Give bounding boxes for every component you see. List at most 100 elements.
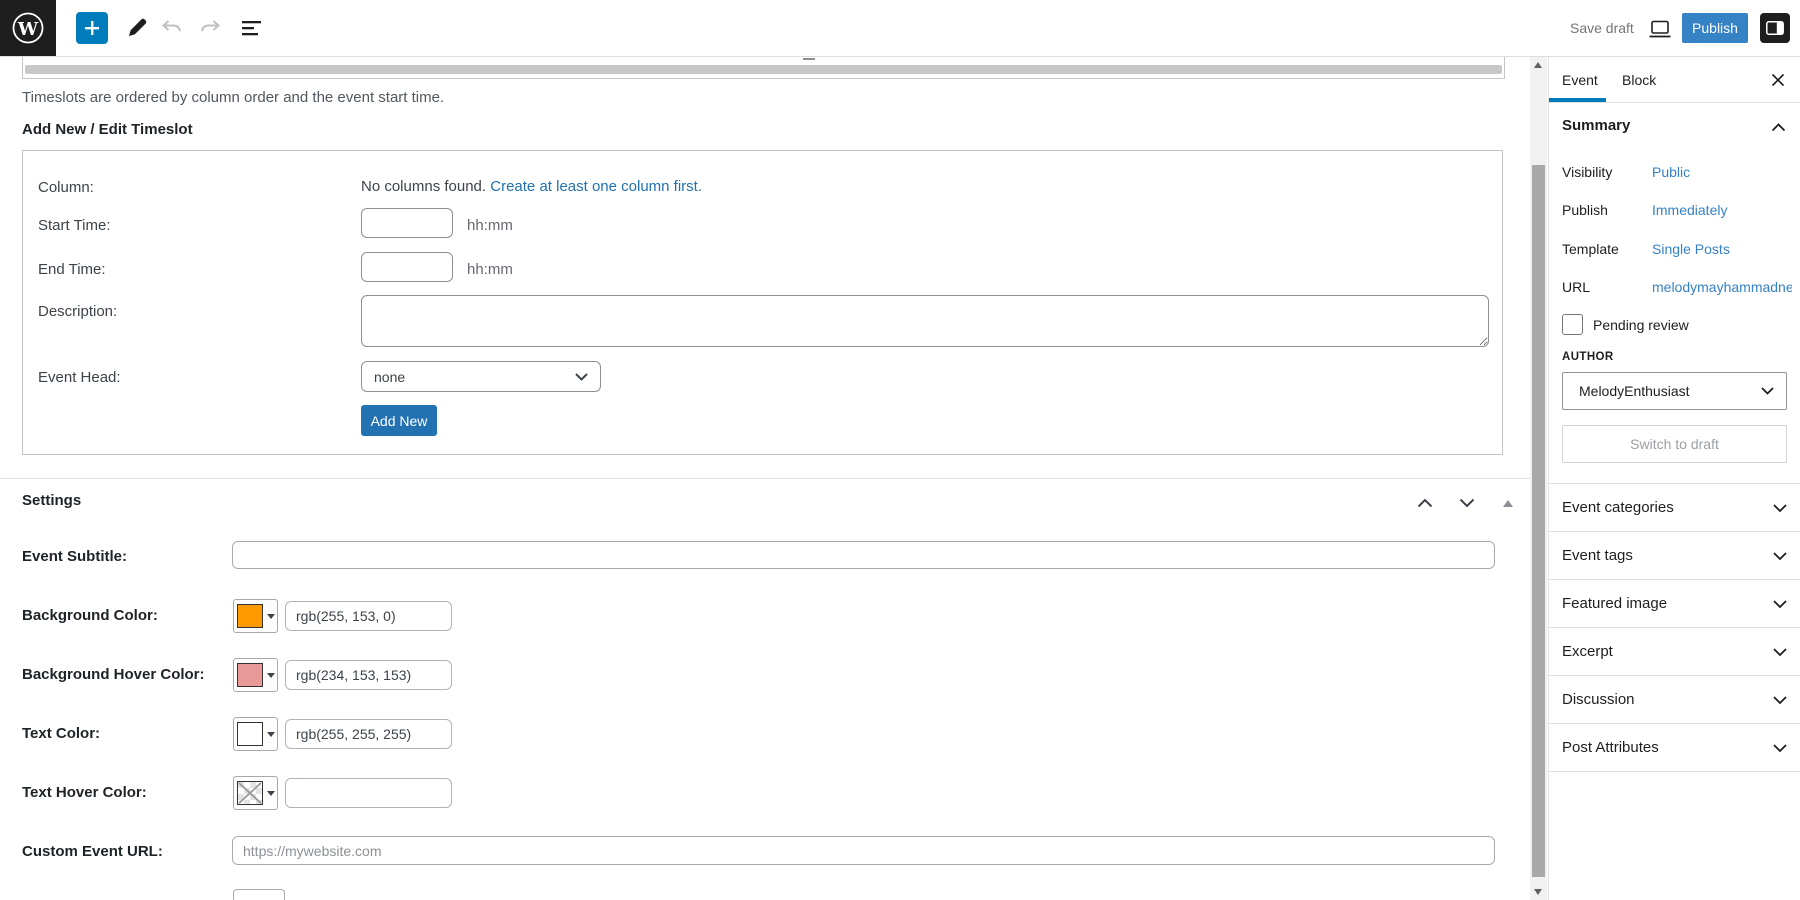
publish-button[interactable]: Publish bbox=[1682, 13, 1748, 43]
chevron-down-icon bbox=[1773, 744, 1787, 752]
text-hover-color-picker-button[interactable] bbox=[233, 776, 278, 810]
svg-text:W: W bbox=[17, 19, 39, 40]
chevron-up-icon bbox=[1417, 498, 1433, 508]
tab-event[interactable]: Event bbox=[1562, 56, 1598, 103]
chevron-down-icon bbox=[1773, 504, 1787, 512]
panel-label: Excerpt bbox=[1562, 643, 1613, 660]
no-color-x-icon bbox=[238, 782, 262, 804]
panel-excerpt[interactable]: Excerpt bbox=[1549, 628, 1800, 676]
settings-panel-toggle-button[interactable] bbox=[1760, 13, 1790, 43]
author-label: AUTHOR bbox=[1562, 351, 1614, 363]
event-head-select[interactable]: none bbox=[361, 361, 601, 392]
description-textarea[interactable] bbox=[361, 295, 1489, 347]
description-label: Description: bbox=[38, 303, 117, 320]
preview-desktop-icon bbox=[1648, 20, 1672, 39]
text-color-picker-button[interactable] bbox=[233, 717, 278, 751]
template-value[interactable]: Single Posts bbox=[1652, 241, 1730, 257]
caret-down-icon bbox=[267, 732, 275, 737]
undo-icon bbox=[160, 18, 184, 38]
vertical-scrollbar[interactable] bbox=[1530, 56, 1547, 900]
background-hover-color-input[interactable] bbox=[285, 660, 452, 690]
tab-block[interactable]: Block bbox=[1622, 56, 1656, 103]
save-draft-button[interactable]: Save draft bbox=[1570, 0, 1634, 56]
panel-post-attributes[interactable]: Post Attributes bbox=[1549, 724, 1800, 772]
panel-event-tags[interactable]: Event tags bbox=[1549, 532, 1800, 580]
wordpress-logo[interactable]: W bbox=[0, 0, 56, 56]
background-color-picker-button[interactable] bbox=[233, 599, 278, 633]
redo-button[interactable] bbox=[196, 16, 224, 40]
scrollbar-thumb[interactable] bbox=[1532, 165, 1545, 877]
undo-button[interactable] bbox=[158, 16, 186, 40]
background-color-input[interactable] bbox=[285, 601, 452, 631]
pending-review-checkbox[interactable] bbox=[1562, 314, 1583, 335]
publish-date-label: Publish bbox=[1562, 202, 1608, 218]
start-time-label: Start Time: bbox=[38, 217, 111, 234]
panel-featured-image[interactable]: Featured image bbox=[1549, 580, 1800, 628]
add-edit-timeslot-heading: Add New / Edit Timeslot bbox=[22, 121, 193, 138]
text-color-swatch bbox=[237, 722, 263, 746]
background-hover-color-picker-button[interactable] bbox=[233, 658, 278, 692]
url-value[interactable]: melodymayhammadne... bbox=[1652, 279, 1792, 295]
chevron-down-icon bbox=[575, 373, 588, 381]
preview-button[interactable] bbox=[1645, 18, 1675, 40]
redo-icon bbox=[198, 18, 222, 38]
chevron-down-icon bbox=[1761, 387, 1774, 395]
collapse-toggle-icon[interactable] bbox=[1503, 500, 1513, 507]
add-block-button[interactable] bbox=[76, 12, 108, 44]
scroll-down-arrow[interactable] bbox=[1534, 889, 1542, 895]
list-view-icon bbox=[241, 18, 263, 38]
column-label: Column: bbox=[38, 179, 94, 196]
event-subtitle-input[interactable] bbox=[232, 541, 1495, 569]
chevron-down-icon bbox=[1773, 552, 1787, 560]
close-icon bbox=[1771, 73, 1785, 87]
summary-collapse-button[interactable] bbox=[1771, 119, 1786, 137]
wordpress-logo-icon: W bbox=[6, 6, 50, 50]
pending-review-label: Pending review bbox=[1593, 317, 1689, 333]
column-status: No columns found. Create at least one co… bbox=[361, 178, 702, 195]
close-sidebar-button[interactable] bbox=[1768, 70, 1788, 90]
start-time-format-hint: hh:mm bbox=[467, 217, 513, 234]
panel-label: Post Attributes bbox=[1562, 739, 1659, 756]
event-subtitle-label: Event Subtitle: bbox=[22, 548, 127, 565]
summary-heading[interactable]: Summary bbox=[1562, 117, 1630, 134]
chevron-down-icon bbox=[1459, 498, 1475, 508]
panel-event-categories[interactable]: Event categories bbox=[1549, 484, 1800, 532]
author-select[interactable]: MelodyEnthusiast bbox=[1562, 372, 1787, 410]
chevron-up-icon bbox=[1771, 123, 1786, 132]
visibility-value[interactable]: Public bbox=[1652, 164, 1690, 180]
text-hover-color-input[interactable] bbox=[285, 778, 452, 808]
panel-label: Event categories bbox=[1562, 499, 1674, 516]
author-selected-value: MelodyEnthusiast bbox=[1579, 383, 1690, 399]
create-column-link[interactable]: Create at least one column first. bbox=[490, 178, 702, 195]
edit-tool-button[interactable] bbox=[122, 14, 152, 42]
panel-discussion[interactable]: Discussion bbox=[1549, 676, 1800, 724]
move-down-button[interactable] bbox=[1454, 490, 1480, 516]
text-hover-color-label: Text Hover Color: bbox=[22, 784, 147, 801]
publish-date-value[interactable]: Immediately bbox=[1652, 202, 1727, 218]
template-label: Template bbox=[1562, 241, 1619, 257]
start-time-input[interactable] bbox=[361, 208, 453, 238]
timeslot-form: Column: No columns found. Create at leas… bbox=[22, 150, 1503, 455]
end-time-format-hint: hh:mm bbox=[467, 261, 513, 278]
wordpress-editor: { "header": { "save_draft_label": "Save … bbox=[0, 0, 1800, 900]
list-view-button[interactable] bbox=[238, 16, 266, 40]
custom-event-url-input[interactable] bbox=[232, 836, 1495, 865]
event-head-selected-value: none bbox=[374, 369, 405, 385]
text-color-input[interactable] bbox=[285, 719, 452, 749]
url-label: URL bbox=[1562, 279, 1590, 295]
next-field-cutoff[interactable] bbox=[233, 889, 285, 900]
settings-divider bbox=[0, 478, 1530, 479]
timeslot-table-remnant bbox=[22, 56, 1505, 79]
scroll-up-arrow[interactable] bbox=[1534, 62, 1542, 68]
plus-icon bbox=[83, 19, 101, 37]
move-up-button[interactable] bbox=[1412, 490, 1438, 516]
add-new-button[interactable]: Add New bbox=[361, 405, 437, 436]
background-color-swatch bbox=[237, 604, 263, 628]
panel-label: Featured image bbox=[1562, 595, 1667, 612]
switch-to-draft-button[interactable]: Switch to draft bbox=[1562, 425, 1787, 463]
horizontal-scrollbar[interactable] bbox=[25, 65, 1502, 74]
caret-down-icon bbox=[267, 673, 275, 678]
background-hover-color-label: Background Hover Color: bbox=[22, 666, 205, 683]
end-time-input[interactable] bbox=[361, 252, 453, 282]
background-color-label: Background Color: bbox=[22, 607, 158, 624]
